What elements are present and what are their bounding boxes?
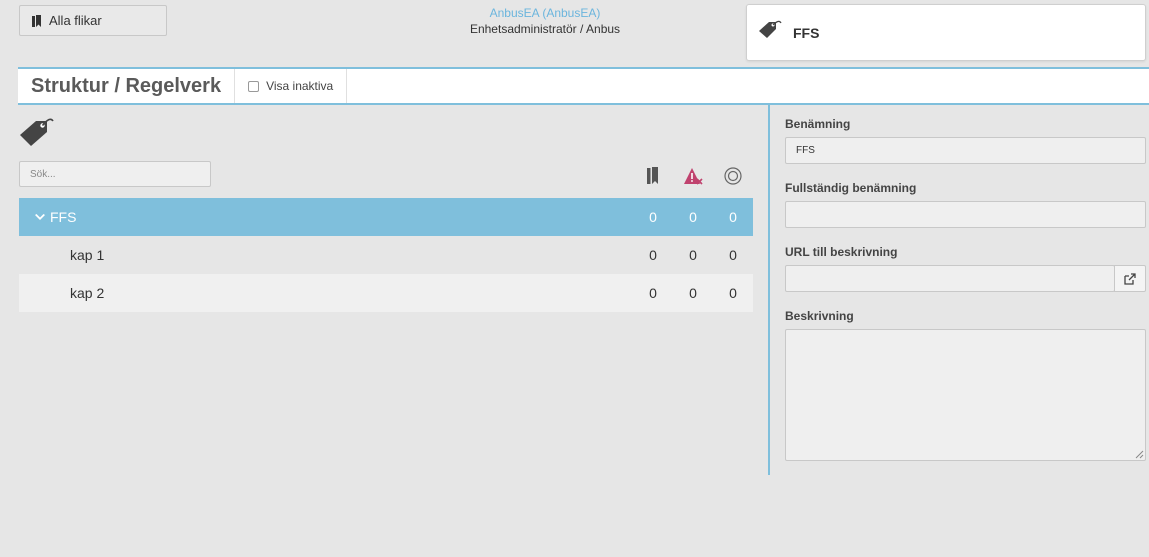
resize-handle-icon[interactable] [1135,450,1144,459]
open-url-button[interactable] [1114,265,1146,292]
tree-count: 0 [729,247,737,263]
tree-row-label: kap 2 [70,285,105,301]
tree-row-label: kap 1 [70,247,105,263]
all-tabs-button[interactable]: Alla flikar [19,5,167,36]
tree-row-kap-1[interactable]: kap 1 0 0 0 [19,236,753,274]
tree-row-label: FFS [50,209,77,225]
tree-count: 0 [729,285,737,301]
name-label: Benämning [785,117,851,131]
title-bar: Struktur / Regelverk Visa inaktiva [18,67,1149,105]
description-label: Beskrivning [785,309,854,323]
full-name-label: Fullständig benämning [785,181,917,195]
tree-count: 0 [649,285,657,301]
structure-tree: FFS 0 0 0 kap 1 0 0 0 kap 2 0 0 0 [19,198,753,312]
user-info: AnbusEA (AnbusEA) Enhetsadministratör / … [430,5,660,37]
all-tabs-label: Alla flikar [49,13,102,28]
tree-count: 0 [689,285,697,301]
url-label: URL till beskrivning [785,245,898,259]
selected-item-card: FFS [746,4,1146,61]
chevron-down-icon[interactable] [35,214,45,221]
description-textarea[interactable] [785,329,1146,461]
url-field[interactable] [785,265,1115,292]
name-field[interactable]: FFS [785,137,1146,164]
panel-divider [768,105,770,475]
show-inactive-toggle[interactable]: Visa inaktiva [235,69,348,103]
tree-count: 0 [689,209,697,225]
tree-count: 0 [689,247,697,263]
tree-count: 0 [649,247,657,263]
show-inactive-checkbox[interactable] [248,80,260,92]
tree-count: 0 [729,209,737,225]
tree-row-kap-2[interactable]: kap 2 0 0 0 [19,274,753,312]
bookmark-column-icon [647,167,658,184]
tag-icon [20,118,54,146]
external-link-icon [1124,272,1136,285]
card-title: FFS [793,24,820,41]
user-name-link[interactable]: AnbusEA (AnbusEA) [430,5,660,21]
user-role: Enhetsadministratör / Anbus [469,22,621,36]
show-inactive-label: Visa inaktiva [266,79,334,93]
warning-column-icon [684,168,703,185]
page-title: Struktur / Regelverk [18,69,236,103]
target-column-icon [724,167,742,185]
tree-count: 0 [649,209,657,225]
tag-icon [759,20,782,38]
tree-row-ffs[interactable]: FFS 0 0 0 [19,198,753,236]
bookmark-icon [32,14,41,27]
search-input[interactable] [19,161,211,187]
full-name-field[interactable] [785,201,1146,228]
